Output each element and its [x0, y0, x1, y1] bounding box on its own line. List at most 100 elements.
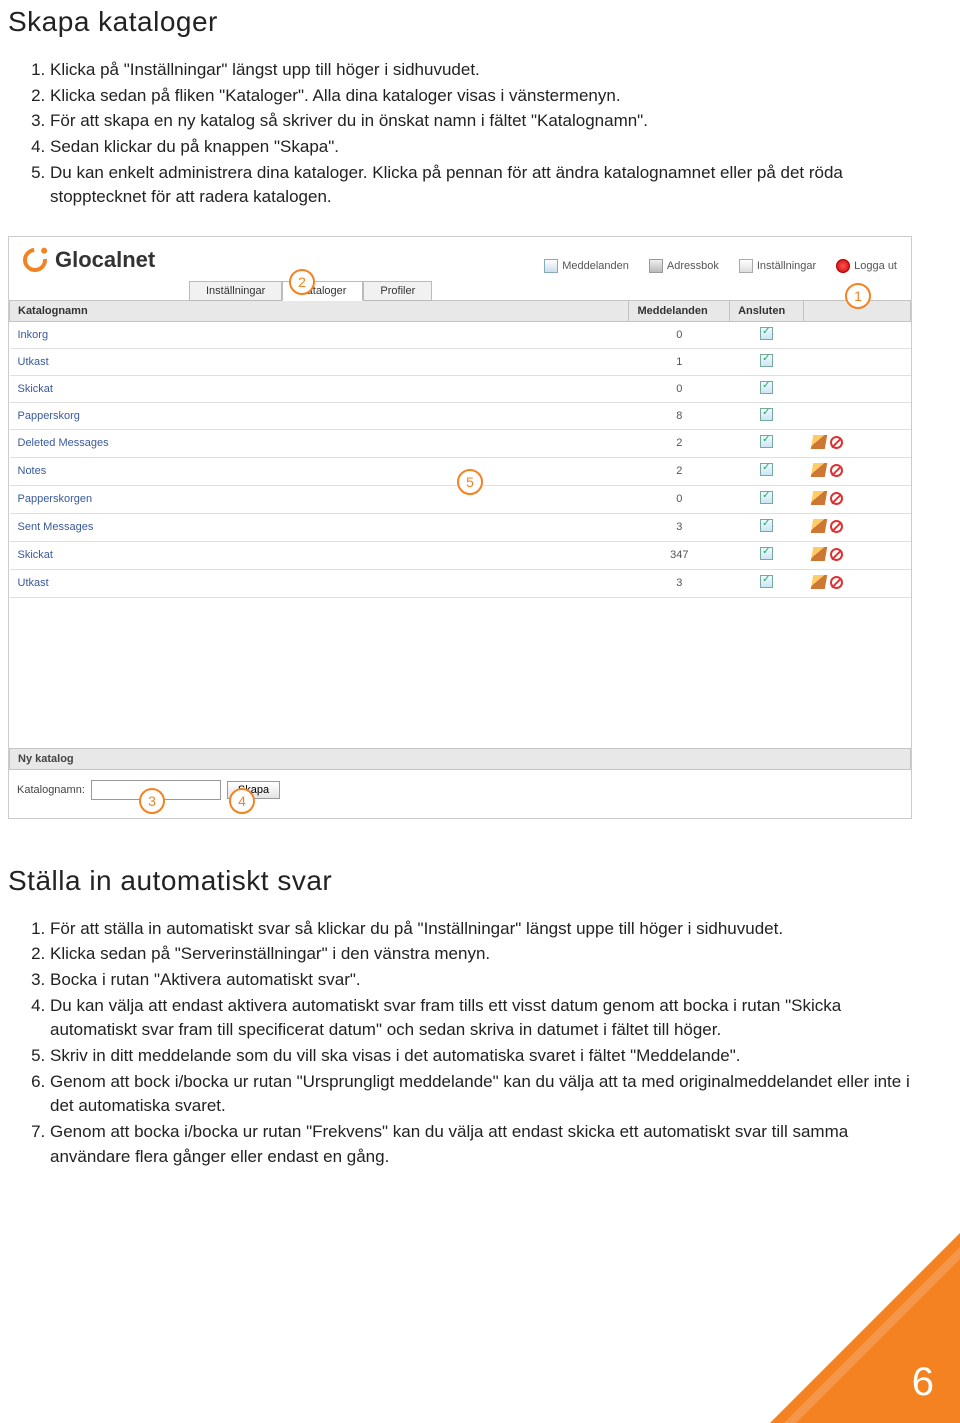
folder-name[interactable]: Deleted Messages — [10, 429, 629, 457]
col-name: Katalognamn — [10, 300, 629, 321]
delete-icon[interactable] — [830, 436, 843, 449]
folder-name[interactable]: Sent Messages — [10, 513, 629, 541]
checkbox-icon[interactable] — [760, 491, 773, 504]
delete-icon[interactable] — [830, 520, 843, 533]
folder-name[interactable]: Skickat — [10, 375, 629, 402]
toplink-loggaut[interactable]: Logga ut — [836, 259, 897, 273]
delete-icon[interactable] — [830, 464, 843, 477]
folder-count: 3 — [629, 513, 730, 541]
folder-name[interactable]: Utkast — [10, 348, 629, 375]
toplink-label: Meddelanden — [562, 260, 629, 272]
table-row: Deleted Messages2 — [10, 429, 911, 457]
list-item: Klicka sedan på fliken "Kataloger". Alla… — [50, 84, 912, 109]
edit-icon[interactable] — [810, 435, 826, 449]
folder-connected[interactable] — [730, 541, 804, 569]
folder-connected[interactable] — [730, 429, 804, 457]
folder-actions — [804, 321, 911, 348]
folder-count: 8 — [629, 402, 730, 429]
folder-count: 0 — [629, 375, 730, 402]
toplink-label: Adressbok — [667, 260, 719, 272]
callout-3: 3 — [139, 788, 165, 814]
list-item: För att skapa en ny katalog så skriver d… — [50, 109, 912, 134]
folder-connected[interactable] — [730, 513, 804, 541]
folder-name[interactable]: Notes — [10, 457, 629, 485]
folder-connected[interactable] — [730, 569, 804, 597]
delete-icon[interactable] — [830, 492, 843, 505]
folder-name[interactable]: Skickat — [10, 541, 629, 569]
folder-connected[interactable] — [730, 348, 804, 375]
list-item: Bocka i rutan "Aktivera automatiskt svar… — [50, 968, 912, 993]
list-item: Sedan klickar du på knappen "Skapa". — [50, 135, 912, 160]
message-icon — [544, 259, 558, 273]
logout-icon — [836, 259, 850, 273]
list-item: Genom att bock i/bocka ur rutan "Ursprun… — [50, 1070, 912, 1119]
checkbox-icon[interactable] — [760, 435, 773, 448]
table-row: Inkorg0 — [10, 321, 911, 348]
section1-steps: Klicka på "Inställningar" längst upp til… — [8, 58, 912, 210]
col-count: Meddelanden — [629, 300, 730, 321]
folder-actions — [804, 513, 911, 541]
col-connected: Ansluten — [730, 300, 804, 321]
table-row: Skickat347 — [10, 541, 911, 569]
delete-icon[interactable] — [830, 576, 843, 589]
table-row: Utkast1 — [10, 348, 911, 375]
tab-profiler[interactable]: Profiler — [363, 281, 432, 301]
folder-count: 347 — [629, 541, 730, 569]
empty-space — [9, 598, 911, 748]
edit-icon[interactable] — [810, 463, 826, 477]
callout-4: 4 — [229, 788, 255, 814]
folder-actions — [804, 569, 911, 597]
toplink-label: Logga ut — [854, 260, 897, 272]
brand-name: Glocalnet — [55, 247, 155, 273]
folder-connected[interactable] — [730, 457, 804, 485]
settings-icon — [739, 259, 753, 273]
folder-name[interactable]: Papperskorgen — [10, 485, 629, 513]
checkbox-icon[interactable] — [760, 575, 773, 588]
list-item: Klicka på "Inställningar" längst upp til… — [50, 58, 912, 83]
checkbox-icon[interactable] — [760, 381, 773, 394]
toplink-adressbok[interactable]: Adressbok — [649, 259, 719, 273]
toplink-meddelanden[interactable]: Meddelanden — [544, 259, 629, 273]
table-row: Skickat0 — [10, 375, 911, 402]
new-catalog-label: Katalognamn: — [17, 784, 85, 796]
folder-connected[interactable] — [730, 402, 804, 429]
tab-installningar[interactable]: Inställningar — [189, 281, 282, 301]
corner-triangle-inner — [796, 1259, 960, 1423]
folder-connected[interactable] — [730, 321, 804, 348]
folder-connected[interactable] — [730, 485, 804, 513]
edit-icon[interactable] — [810, 519, 826, 533]
checkbox-icon[interactable] — [760, 327, 773, 340]
folder-actions — [804, 375, 911, 402]
new-catalog-bar: Ny katalog — [9, 748, 911, 770]
table-row: Papperskorg8 — [10, 402, 911, 429]
folder-name[interactable]: Utkast — [10, 569, 629, 597]
list-item: För att ställa in automatiskt svar så kl… — [50, 917, 912, 942]
folder-name[interactable]: Papperskorg — [10, 402, 629, 429]
checkbox-icon[interactable] — [760, 547, 773, 560]
delete-icon[interactable] — [830, 548, 843, 561]
edit-icon[interactable] — [810, 575, 826, 589]
checkbox-icon[interactable] — [760, 354, 773, 367]
edit-icon[interactable] — [810, 491, 826, 505]
folders-table: Katalognamn Meddelanden Ansluten Inkorg0… — [9, 300, 911, 598]
checkbox-icon[interactable] — [760, 408, 773, 421]
checkbox-icon[interactable] — [760, 519, 773, 532]
folder-connected[interactable] — [730, 375, 804, 402]
folder-name[interactable]: Inkorg — [10, 321, 629, 348]
folder-actions — [804, 429, 911, 457]
folder-actions — [804, 402, 911, 429]
section2-title: Ställa in automatiskt svar — [8, 865, 912, 897]
top-links: Meddelanden Adressbok Inställningar Logg… — [544, 259, 897, 273]
folder-actions — [804, 348, 911, 375]
callout-1: 1 — [845, 283, 871, 309]
toplink-installningar[interactable]: Inställningar — [739, 259, 816, 273]
checkbox-icon[interactable] — [760, 463, 773, 476]
table-row: Utkast3 — [10, 569, 911, 597]
folder-actions — [804, 485, 911, 513]
tabs-row: Inställningar Kataloger Profiler — [9, 273, 911, 301]
glocalnet-logo-icon — [18, 243, 52, 277]
edit-icon[interactable] — [810, 547, 826, 561]
folder-count: 0 — [629, 485, 730, 513]
callout-5: 5 — [457, 469, 483, 495]
table-row: Sent Messages3 — [10, 513, 911, 541]
